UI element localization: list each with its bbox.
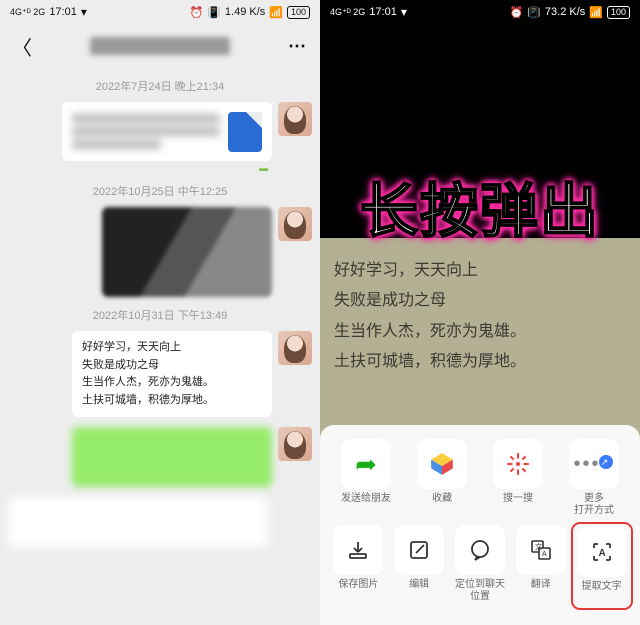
message-row: ▬: [8, 102, 312, 173]
translate-button[interactable]: 文A 翻译: [513, 525, 569, 607]
text-message[interactable]: 好好学习，天天向上 失败是成功之母 生当作人杰，死亦为鬼雄。 土扶可城墙，积德为…: [72, 331, 272, 417]
sheet-label: 搜一搜: [503, 493, 533, 517]
sheet-label: 收藏: [432, 493, 452, 517]
dots-icon: •••↗: [569, 439, 619, 489]
timestamp: 2022年7月24日 晚上21:34: [8, 78, 312, 94]
image-message[interactable]: [102, 207, 272, 297]
wifi-icon: 📶: [269, 6, 283, 19]
avatar[interactable]: [278, 427, 312, 461]
svg-text:文: 文: [535, 542, 542, 551]
wifi-icon: 📶: [589, 6, 603, 19]
timestamp: 2022年10月25日 中午12:25: [8, 183, 312, 199]
msg-line: 土扶可城墙，积德为厚地。: [82, 392, 262, 410]
download-icon: [333, 525, 383, 575]
message-row: [8, 207, 312, 297]
image-viewer-screen: 4G⁺ᴰ 2G 17:01 ▾ ⏰ 📳 73.2 K/s 📶 100 长按弹出 …: [320, 0, 640, 625]
msg-line: 好好学习，天天向上: [82, 339, 262, 357]
more-open-with-button[interactable]: •••↗ 更多 打开方式: [566, 439, 622, 517]
svg-text:A: A: [542, 551, 547, 558]
cube-icon: [417, 439, 467, 489]
message-row: 好好学习，天天向上 失败是成功之母 生当作人杰，死亦为鬼雄。 土扶可城墙，积德为…: [8, 331, 312, 417]
alarm-icon: ⏰: [190, 6, 204, 19]
alarm-icon: ⏰: [510, 6, 524, 19]
chat-title: [90, 37, 230, 55]
locate-in-chat-button[interactable]: 定位到聊天 位置: [452, 525, 508, 607]
page-line: 失败是成功之母: [334, 286, 626, 316]
status-bar: 4G⁺ᴰ 2G 17:01 ▾ ⏰ 📳 1.49 K/s 📶 100: [0, 0, 320, 24]
text-message[interactable]: [72, 427, 272, 487]
net-speed: 73.2 K/s: [545, 6, 585, 18]
sheet-label: 保存图片: [338, 579, 378, 603]
favorite-button[interactable]: 收藏: [414, 439, 470, 517]
action-sheet: ➦ 发送给朋友 收藏 搜一搜 •••↗ 更多 打开方: [320, 425, 640, 625]
timestamp: 2022年10月31日 下午13:49: [8, 307, 312, 323]
vibrate-icon: 📳: [527, 6, 541, 19]
page-line: 生当作人杰，死亦为鬼雄。: [334, 317, 626, 347]
edit-button[interactable]: 编辑: [391, 525, 447, 607]
sheet-label: 更多 打开方式: [574, 493, 614, 517]
chat-screen: 4G⁺ᴰ 2G 17:01 ▾ ⏰ 📳 1.49 K/s 📶 100 〈 ⋯ 2…: [0, 0, 320, 625]
annotation-overlay: 长按弹出: [320, 164, 640, 248]
svg-text:A: A: [598, 548, 605, 559]
sheet-label: 定位到聊天 位置: [455, 579, 505, 603]
status-bar: 4G⁺ᴰ 2G 17:01 ▾ ⏰ 📳 73.2 K/s 📶 100: [320, 0, 640, 24]
clock: 17:01: [49, 6, 77, 18]
sheet-label: 编辑: [409, 579, 429, 603]
chat-bubble-icon: [455, 525, 505, 575]
edit-icon: [394, 525, 444, 575]
sheet-row: ➦ 发送给朋友 收藏 搜一搜 •••↗ 更多 打开方: [328, 439, 632, 517]
network-icon: 4G⁺ᴰ 2G: [330, 7, 365, 18]
net-speed: 1.49 K/s: [225, 6, 265, 18]
avatar[interactable]: [278, 331, 312, 365]
battery-icon: 100: [607, 6, 630, 19]
back-icon[interactable]: 〈: [12, 32, 32, 61]
viewer-body[interactable]: 长按弹出 好好学习，天天向上 失败是成功之母 生当作人杰，死亦为鬼雄。 土扶可城…: [320, 24, 640, 625]
send-to-friend-button[interactable]: ➦ 发送给朋友: [338, 439, 394, 517]
message-row: [8, 497, 312, 547]
share-icon: ➦: [355, 449, 377, 480]
sheet-label: 发送给朋友: [341, 493, 391, 517]
msg-line: 失败是成功之母: [82, 357, 262, 375]
network-icon: 4G⁺ᴰ 2G: [10, 7, 45, 18]
page-line: 好好学习，天天向上: [334, 256, 626, 286]
ocr-icon: A: [577, 527, 627, 577]
sheet-label: 提取文字: [582, 581, 622, 605]
extract-text-button[interactable]: A 提取文字: [574, 525, 630, 607]
save-image-button[interactable]: 保存图片: [330, 525, 386, 607]
clock: 17:01: [369, 6, 397, 18]
battery-icon: 100: [287, 6, 310, 19]
msg-line: 生当作人杰，死亦为鬼雄。: [82, 374, 262, 392]
file-icon: [228, 112, 262, 152]
dropdown-icon: ▾: [81, 5, 87, 19]
avatar[interactable]: [278, 207, 312, 241]
sent-indicator: ▬: [259, 163, 268, 173]
translate-icon: 文A: [516, 525, 566, 575]
file-message[interactable]: [62, 102, 272, 161]
vibrate-icon: 📳: [207, 6, 221, 19]
sheet-label: 翻译: [531, 579, 551, 603]
search-button[interactable]: 搜一搜: [490, 439, 546, 517]
chat-header: 〈 ⋯: [0, 24, 320, 68]
spark-icon: [493, 439, 543, 489]
avatar[interactable]: [278, 102, 312, 136]
more-icon[interactable]: ⋯: [288, 36, 308, 57]
chat-scroll[interactable]: 2022年7月24日 晚上21:34 ▬ 2022年10月25日 中午12:25…: [0, 78, 320, 547]
sheet-row: 保存图片 编辑 定位到聊天 位置 文A: [328, 525, 632, 607]
text-message[interactable]: [8, 497, 268, 547]
dropdown-icon: ▾: [401, 5, 407, 19]
page-line: 土扶可城墙，积德为厚地。: [334, 347, 626, 377]
message-row: [8, 427, 312, 487]
